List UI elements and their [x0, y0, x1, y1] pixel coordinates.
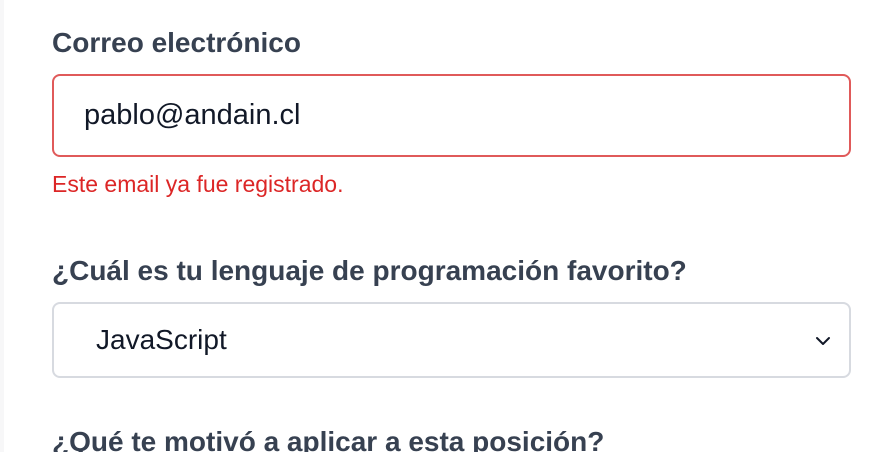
page: Correo electrónico Este email ya fue reg…	[0, 0, 894, 452]
email-error-message: Este email ya fue registrado.	[52, 171, 344, 197]
language-select[interactable]: JavaScript	[52, 302, 851, 378]
chevron-down-icon	[816, 337, 830, 345]
form-container: Correo electrónico Este email ya fue reg…	[4, 0, 894, 452]
email-label: Correo electrónico	[52, 27, 301, 58]
language-selected-value: JavaScript	[96, 324, 227, 355]
motivation-label: ¿Qué te motivó a aplicar a esta posición…	[52, 426, 605, 452]
language-label: ¿Cuál es tu lenguaje de programación fav…	[52, 255, 687, 286]
email-field[interactable]	[52, 74, 851, 157]
